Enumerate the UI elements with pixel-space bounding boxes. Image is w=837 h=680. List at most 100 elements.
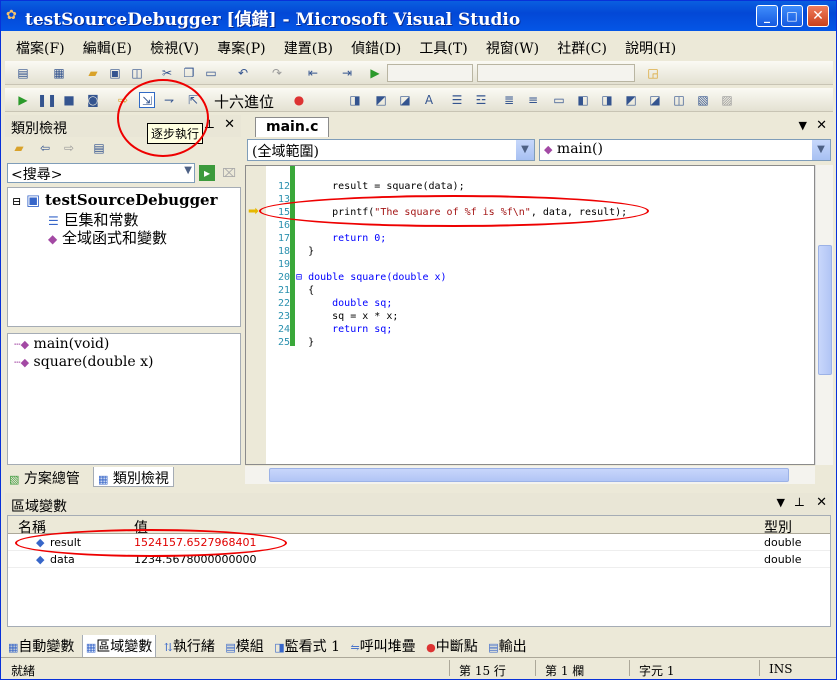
menu-debug[interactable]: 偵錯(D) — [344, 36, 408, 60]
redo-icon[interactable]: ↷ — [269, 65, 285, 81]
tab-watch-1[interactable]: ◨監看式 1 — [271, 635, 343, 657]
debug-windows-icon[interactable]: ◨ — [347, 92, 363, 108]
save-icon[interactable]: ▣ — [107, 65, 123, 81]
undo-icon[interactable]: ↶ — [235, 65, 251, 81]
open-file-icon[interactable]: ▰ — [85, 65, 101, 81]
code-line[interactable]: 12 result = square(data); — [268, 180, 465, 193]
breakpoints-icon[interactable]: ● — [291, 92, 307, 108]
close-document-icon[interactable]: ✕ — [816, 118, 827, 133]
code-line[interactable]: 23 sq = x * x; — [268, 310, 398, 323]
member-item[interactable]: ┄◆ square(double x) — [14, 354, 153, 370]
bookmark-toggle-icon[interactable]: ▭ — [551, 92, 567, 108]
bookmark-next-doc-icon[interactable]: ▧ — [695, 92, 711, 108]
active-files-dropdown-icon[interactable]: ▼ — [799, 119, 807, 132]
back-icon[interactable]: ⇦ — [37, 140, 53, 156]
chevron-down-icon[interactable]: ▼ — [516, 140, 534, 160]
tab-threads[interactable]: ⇅執行緒 — [161, 635, 218, 657]
copy-icon[interactable]: ❐ — [181, 65, 197, 81]
column-header-type[interactable]: 型別 — [764, 517, 792, 537]
outdent-icon[interactable]: ☰ — [449, 92, 465, 108]
close-panel-icon[interactable]: ✕ — [224, 117, 235, 132]
search-go-icon[interactable]: ▸ — [199, 165, 215, 181]
chevron-down-icon[interactable]: ▼ — [184, 165, 192, 176]
chevron-down-icon[interactable]: ▼ — [812, 140, 830, 160]
font-icon[interactable]: A — [421, 92, 437, 108]
tree-node-project[interactable]: ⊟ ▣ testSourceDebugger — [12, 191, 218, 209]
menu-tools[interactable]: 工具(T) — [412, 36, 474, 60]
tree-node-globals[interactable]: ◆ 全域函式和變數 — [48, 227, 168, 247]
tree-node-macros[interactable]: ☰ 巨集和常數 — [48, 209, 139, 229]
horizontal-scrollbar[interactable] — [245, 466, 815, 484]
code-line[interactable]: 21 { — [268, 284, 314, 297]
uncomment-icon[interactable]: ◪ — [397, 92, 413, 108]
collapse-icon[interactable]: ⊟ — [12, 195, 21, 208]
menu-edit[interactable]: 編輯(E) — [76, 36, 139, 60]
clear-search-icon[interactable]: ⌧ — [221, 165, 237, 181]
hexadecimal-display-button[interactable]: 十六進位 — [214, 91, 274, 112]
new-project-icon[interactable]: ▤ — [15, 65, 31, 81]
bookmark-next-icon[interactable]: ◨ — [599, 92, 615, 108]
new-folder-icon[interactable]: ▰ — [11, 140, 27, 156]
break-all-icon[interactable]: ❚❚ — [37, 92, 57, 108]
bookmark-prev-icon[interactable]: ◧ — [575, 92, 591, 108]
class-view-search-input[interactable]: <搜尋> ▼ — [7, 163, 195, 183]
member-item[interactable]: ┄◆ main(void) — [14, 336, 109, 352]
bookmark-prev-folder-icon[interactable]: ◩ — [623, 92, 639, 108]
tab-call-stack[interactable]: ⇋呼叫堆疊 — [347, 635, 418, 657]
bookmark-prev-doc-icon[interactable]: ◫ — [671, 92, 687, 108]
menu-help[interactable]: 說明(H) — [618, 36, 683, 60]
code-line[interactable]: 20 ⊟ double square(double x) — [268, 271, 447, 284]
tab-main-c[interactable]: main.c — [255, 117, 330, 137]
stop-debugging-icon[interactable]: ■ — [61, 92, 77, 108]
menu-file[interactable]: 檔案(F) — [9, 36, 72, 60]
scope-combo[interactable]: (全域範圍) ▼ — [247, 139, 535, 161]
tab-modules[interactable]: ▤模組 — [222, 635, 266, 657]
code-line[interactable]: 18 } — [268, 245, 314, 258]
navigate-backward-icon[interactable]: ⇤ — [305, 65, 321, 81]
menu-view[interactable]: 檢視(V) — [143, 36, 206, 60]
comment-lines-icon[interactable]: ≣ — [501, 92, 517, 108]
uncomment-lines-icon[interactable]: ≡ — [525, 92, 541, 108]
continue-icon[interactable]: ▶ — [15, 92, 31, 108]
paste-icon[interactable]: ▭ — [203, 65, 219, 81]
tab-locals[interactable]: ▦區域變數 — [81, 635, 157, 658]
vertical-scrollbar[interactable] — [815, 165, 833, 465]
title-bar[interactable]: ✿ testSourceDebugger [偵錯] - Microsoft Vi… — [1, 1, 836, 31]
code-line[interactable]: 25 } — [268, 336, 314, 349]
indent-icon[interactable]: ☲ — [473, 92, 489, 108]
add-item-icon[interactable]: ▦ — [51, 65, 67, 81]
solution-config-combo[interactable] — [387, 64, 473, 82]
find-in-files-icon[interactable]: ◲ — [645, 65, 661, 81]
sort-icon[interactable]: ▤ — [91, 140, 107, 156]
tab-class-view[interactable]: ▦ 類別檢視 — [93, 467, 174, 487]
code-line[interactable]: 17 return 0; — [268, 232, 386, 245]
menu-project[interactable]: 專案(P) — [210, 36, 272, 60]
comment-icon[interactable]: ◩ — [373, 92, 389, 108]
start-debug-icon[interactable]: ▶ — [367, 65, 383, 81]
minimize-button[interactable]: _ — [756, 5, 778, 27]
bookmark-next-folder-icon[interactable]: ◪ — [647, 92, 663, 108]
forward-icon[interactable]: ⇨ — [61, 140, 77, 156]
clear-bookmarks-icon[interactable]: ▨ — [719, 92, 735, 108]
function-combo[interactable]: ◆ main() ▼ — [539, 139, 831, 161]
tab-autos[interactable]: ▦自動變數 — [5, 635, 77, 657]
platform-combo[interactable] — [477, 64, 635, 82]
tab-output[interactable]: ▤輸出 — [485, 635, 529, 657]
close-panel-icon[interactable]: ✕ — [816, 495, 827, 510]
menu-community[interactable]: 社群(C) — [550, 36, 614, 60]
menu-build[interactable]: 建置(B) — [277, 36, 340, 60]
code-line[interactable]: 22 double sq; — [268, 297, 392, 310]
tab-solution-explorer[interactable]: ▧ 方案總管 — [5, 467, 84, 487]
restart-icon[interactable]: ◙ — [85, 92, 101, 108]
menu-window[interactable]: 視窗(W) — [479, 36, 546, 60]
code-line[interactable]: 19 — [268, 258, 308, 271]
scroll-thumb[interactable] — [269, 468, 789, 482]
code-line[interactable]: 24 return sq; — [268, 323, 392, 336]
navigate-forward-icon[interactable]: ⇥ — [339, 65, 355, 81]
pin-icon[interactable]: ⊥ — [794, 495, 805, 509]
maximize-button[interactable]: □ — [781, 5, 803, 27]
save-all-icon[interactable]: ◫ — [129, 65, 145, 81]
close-button[interactable]: ✕ — [807, 5, 829, 27]
window-position-icon[interactable]: ▼ — [777, 496, 785, 509]
scroll-thumb[interactable] — [818, 245, 832, 375]
